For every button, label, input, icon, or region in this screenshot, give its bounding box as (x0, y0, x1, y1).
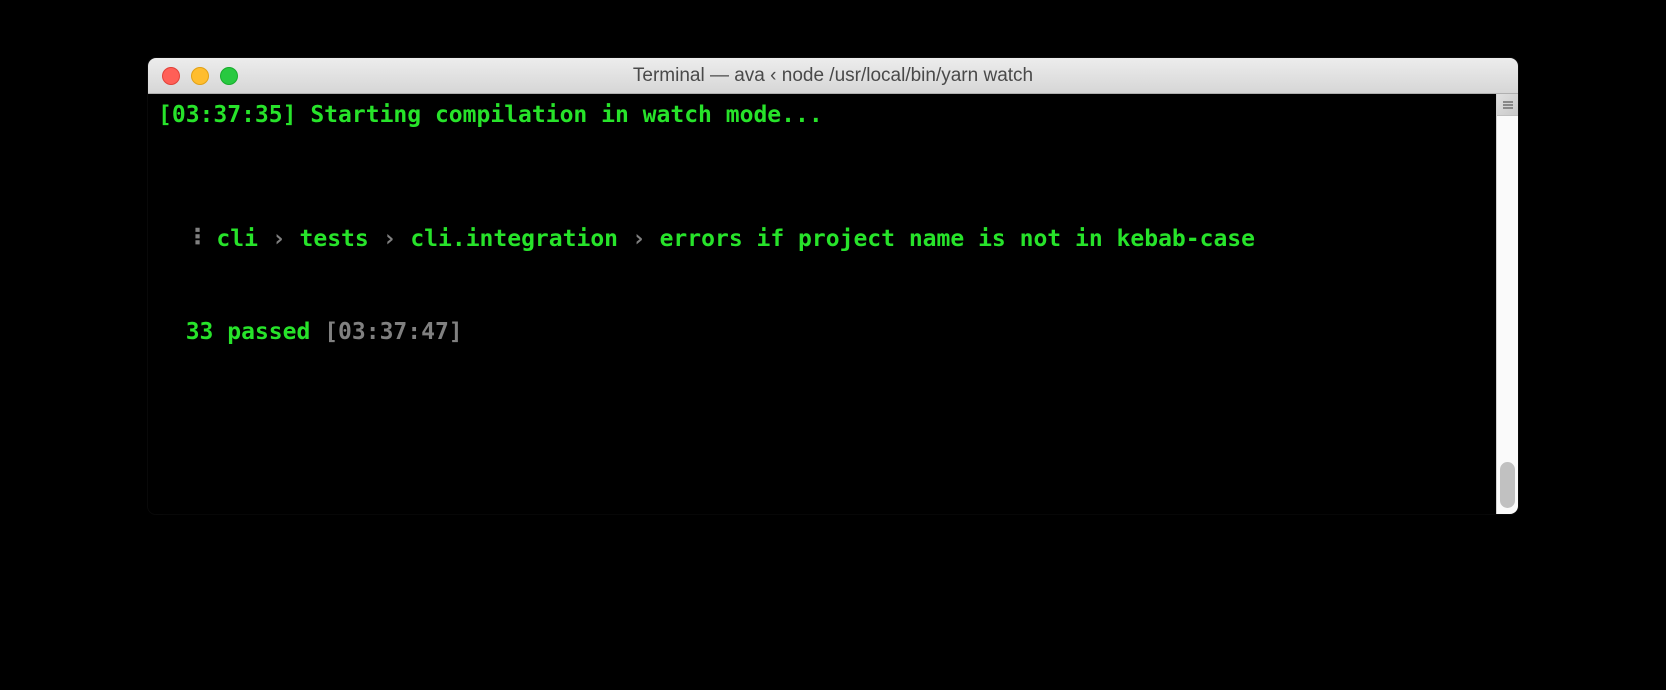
passed-count: 33 passed (186, 319, 311, 345)
terminal-window: Terminal — ava ‹ node /usr/local/bin/yar… (148, 58, 1518, 514)
crumb-3: cli.integration (410, 226, 618, 252)
passed-time: [03:37:47] (324, 319, 462, 345)
terminal-output[interactable]: [03:37:35] Starting compilation in watch… (148, 94, 1518, 514)
minimize-icon[interactable] (191, 67, 209, 85)
close-icon[interactable] (162, 67, 180, 85)
crumb-1: cli (216, 226, 258, 252)
scrollbar[interactable] (1496, 94, 1518, 514)
timestamp: [03:37:35] (158, 102, 296, 128)
maximize-icon[interactable] (220, 67, 238, 85)
scrollbar-menu-icon[interactable] (1497, 94, 1518, 116)
spinner-icon: ⠸ (186, 226, 203, 252)
compile-msg: Starting compilation in watch mode... (296, 102, 822, 128)
crumb-sep-1: › (258, 226, 300, 252)
crumb-sep-3: › (618, 226, 660, 252)
titlebar[interactable]: Terminal — ava ‹ node /usr/local/bin/yar… (148, 58, 1518, 94)
crumb-4: errors if project name is not in kebab-c… (660, 226, 1255, 252)
crumb-2: tests (300, 226, 369, 252)
crumb-sep-2: › (369, 226, 411, 252)
scrollbar-thumb[interactable] (1500, 462, 1515, 508)
traffic-lights (148, 67, 238, 85)
window-title: Terminal — ava ‹ node /usr/local/bin/yar… (148, 65, 1518, 87)
